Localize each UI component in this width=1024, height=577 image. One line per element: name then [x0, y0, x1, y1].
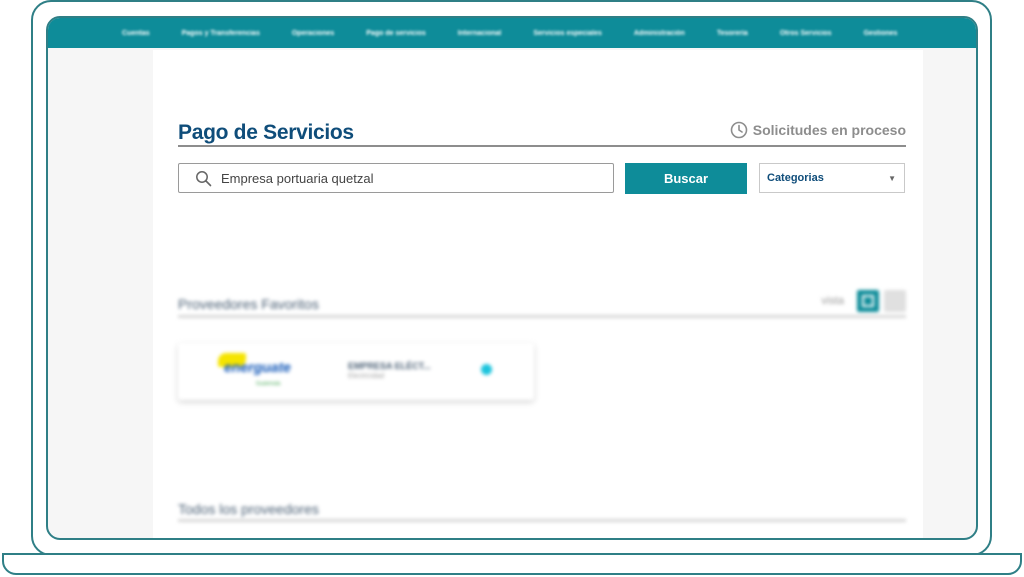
favorites-title: Proveedores Favoritos	[178, 296, 319, 312]
status-dot	[481, 364, 492, 375]
all-providers-title: Todos los proveedores	[178, 501, 319, 517]
provider-name: EMPRESA ELÉCT...	[348, 361, 431, 371]
main-content: Pago de Servicios Solicitudes en proceso…	[153, 50, 923, 538]
grid-view-button[interactable]	[857, 290, 879, 312]
search-button[interactable]: Buscar	[625, 163, 747, 194]
provider-logo-text: energuate	[224, 359, 291, 375]
search-icon	[196, 170, 212, 186]
category-dropdown[interactable]: Categorias ▼	[759, 163, 905, 193]
chevron-down-icon: ▼	[888, 173, 896, 183]
list-view-button[interactable]	[884, 290, 906, 312]
nav-item-pago-servicios[interactable]: Pago de servicios	[366, 30, 426, 37]
favorites-section-header: Proveedores Favoritos vista	[178, 290, 906, 318]
nav-item-cuentas[interactable]: Cuentas	[122, 30, 150, 37]
nav-item-tesoreria[interactable]: Tesorería	[717, 30, 748, 37]
category-dropdown-label: Categorias	[767, 172, 824, 184]
nav-item-internacional[interactable]: Internacional	[458, 30, 502, 37]
search-field[interactable]	[178, 163, 614, 193]
provider-logo: energuate Guatemala	[218, 353, 291, 389]
all-providers-section-header: Todos los proveedores	[178, 494, 906, 522]
nav-item-pagos-transferencias[interactable]: Pagos y Transferencias	[182, 30, 260, 37]
app-screen: Cuentas Pagos y Transferencias Operacion…	[46, 16, 978, 540]
favorite-provider-card[interactable]: energuate Guatemala EMPRESA ELÉCT... Ele…	[178, 343, 534, 400]
provider-category: Electricidad	[348, 373, 385, 380]
nav-item-gestiones[interactable]: Gestiones	[864, 30, 898, 37]
laptop-mockup: Cuentas Pagos y Transferencias Operacion…	[0, 0, 1024, 577]
laptop-base	[2, 553, 1022, 575]
nav-item-administracion[interactable]: Administración	[634, 30, 685, 37]
pending-requests-label: Solicitudes en proceso	[752, 122, 906, 138]
nav-item-operaciones[interactable]: Operaciones	[292, 30, 334, 37]
provider-logo-subtext: Guatemala	[256, 381, 281, 387]
grid-icon	[862, 295, 874, 307]
page-title: Pago de Servicios	[178, 121, 354, 144]
top-navigation-bar: Cuentas Pagos y Transferencias Operacion…	[48, 18, 976, 48]
clock-icon	[730, 121, 748, 139]
view-label: vista	[821, 295, 844, 307]
search-input[interactable]	[221, 170, 601, 186]
nav-item-otros-servicios[interactable]: Otros Servicios	[780, 30, 832, 37]
page-header: Pago de Servicios Solicitudes en proceso	[178, 105, 906, 147]
pending-requests-link[interactable]: Solicitudes en proceso	[730, 121, 906, 139]
nav-item-servicios-especiales[interactable]: Servicios especiales	[533, 30, 602, 37]
